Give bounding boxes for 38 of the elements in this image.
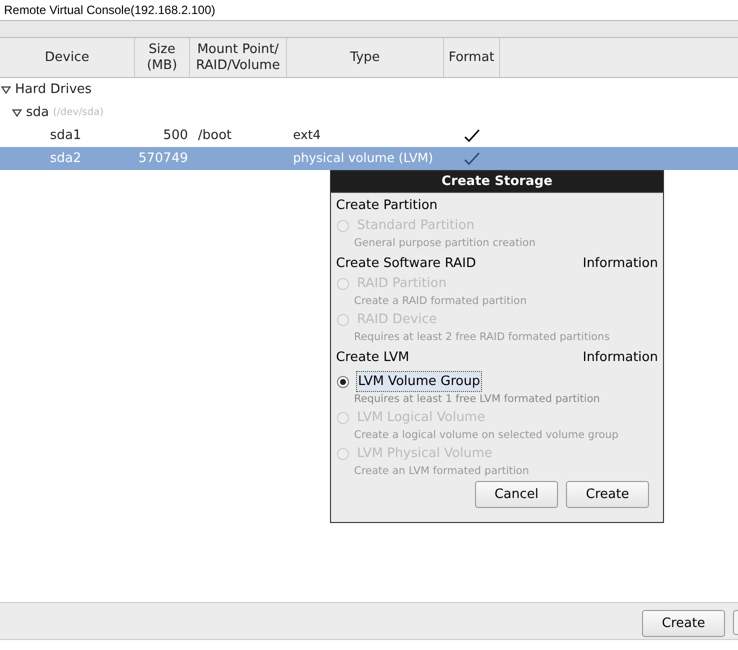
column-header[interactable]: Device bbox=[44, 50, 90, 66]
radio-button[interactable] bbox=[337, 376, 349, 388]
expander-down-icon[interactable] bbox=[1, 84, 11, 94]
table-cell-text: 570749 bbox=[138, 150, 188, 168]
information-label: Information bbox=[582, 255, 658, 274]
tree-label[interactable]: sda bbox=[26, 102, 49, 122]
create-button[interactable]: Create bbox=[642, 610, 725, 637]
dialog-title: Create Storage bbox=[442, 172, 552, 191]
table-row[interactable]: sda1 500 /boot ext4 bbox=[0, 124, 738, 147]
column-header[interactable]: Format bbox=[448, 50, 494, 66]
device-path: (/dev/sda) bbox=[53, 106, 104, 120]
section-heading: Create Software RAID bbox=[336, 255, 476, 274]
section-heading: Create Partition bbox=[336, 197, 438, 216]
option-description: Requires at least 1 free LVM formated partition bbox=[354, 392, 601, 407]
section-heading: Create LVM bbox=[336, 349, 410, 368]
table-cell-text: 500 bbox=[163, 126, 188, 145]
tree-label[interactable]: Hard Drives bbox=[15, 80, 92, 100]
table-cell-text: /boot bbox=[198, 126, 232, 145]
column-header[interactable]: Mount Point/ RAID/Volume bbox=[196, 42, 280, 74]
option-description: Create a logical volume on selected volume group bbox=[354, 428, 620, 443]
column-header[interactable]: Size (MB) bbox=[146, 42, 178, 74]
option-description: General purpose partition creation bbox=[354, 236, 536, 251]
dialog-button[interactable]: Cancel bbox=[475, 481, 558, 508]
expander-down-icon[interactable] bbox=[12, 108, 22, 118]
option-description: Requires at least 2 free RAID formated partitions bbox=[354, 330, 611, 345]
table-cell-text: ext4 bbox=[293, 126, 321, 144]
dialog-button[interactable]: Create bbox=[566, 481, 649, 508]
column-header[interactable]: Type bbox=[350, 50, 380, 66]
checkmark-icon[interactable] bbox=[464, 152, 480, 166]
window-title: Remote Virtual Console(192.168.2.100) bbox=[4, 2, 216, 19]
table-cell-text: sda2 bbox=[50, 150, 82, 168]
table-cell-text: sda1 bbox=[50, 126, 82, 145]
option-description: Create a RAID formated partition bbox=[354, 294, 528, 309]
option-label[interactable]: LVM Volume Group bbox=[356, 370, 482, 392]
table-cell-text: physical volume (LVM) bbox=[293, 149, 434, 168]
checkmark-icon[interactable] bbox=[464, 128, 480, 142]
information-label: Information bbox=[582, 349, 658, 368]
option-description: Create an LVM formated partition bbox=[354, 464, 530, 479]
